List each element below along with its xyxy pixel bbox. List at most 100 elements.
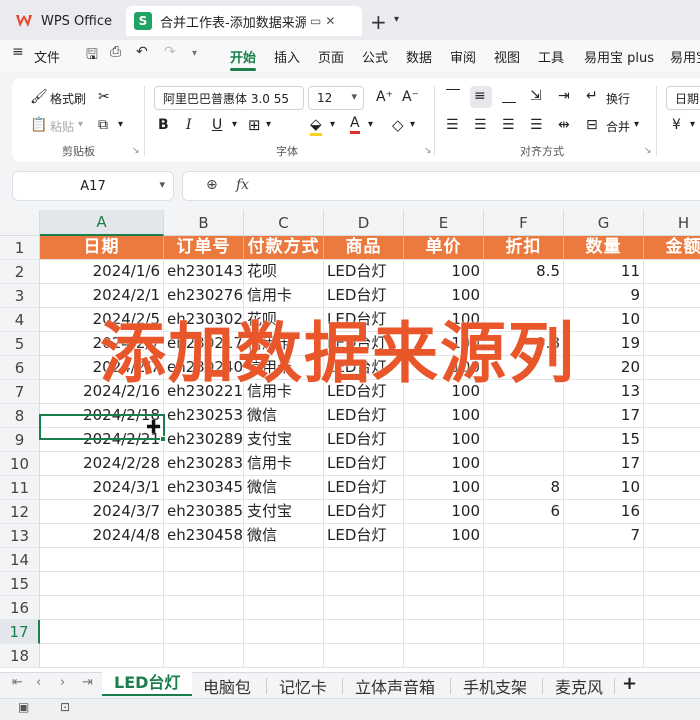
row-header-16[interactable]: 16 [0,596,40,620]
select-all-corner[interactable] [0,210,40,236]
header-cell-discount[interactable]: 折扣 [484,236,564,260]
new-tab-icon[interactable]: + [370,10,387,34]
cell-order-id[interactable]: eh2303850 [164,500,244,524]
window-icon[interactable]: ▭ [310,14,321,28]
spreadsheet-grid[interactable]: A B C D E F G H 1 日期 订单号 付款方式 商品 单价 折扣 数量 金额 2 2024/1/6 eh2… [0,210,700,672]
cell-payment[interactable]: 微信 [244,524,324,548]
empty-cell[interactable] [324,620,404,644]
cell-product[interactable]: LED台灯 [324,500,404,524]
empty-cell[interactable] [164,644,244,668]
cell-quantity[interactable]: 17 [564,452,644,476]
empty-cell[interactable] [324,572,404,596]
empty-cell[interactable] [484,548,564,572]
empty-cell[interactable] [564,596,644,620]
cell-discount[interactable] [484,404,564,428]
empty-cell[interactable] [244,596,324,620]
currency-icon[interactable]: ¥ [672,117,681,133]
empty-cell[interactable] [164,548,244,572]
menu-yiyongbao-plus[interactable]: 易用宝 plus [584,47,654,66]
cell-amount[interactable]: 7 [644,524,700,548]
row-header-14[interactable]: 14 [0,548,40,572]
empty-cell[interactable] [324,548,404,572]
chevron-down-icon[interactable]: ▾ [78,119,83,130]
empty-cell[interactable] [564,572,644,596]
cell-date[interactable]: 2024/3/1 [40,476,164,500]
border-icon[interactable]: ⊞ [248,116,261,134]
name-box[interactable]: A17 ▾ [12,171,174,201]
empty-cell[interactable] [644,548,700,572]
cell-amount[interactable]: 19 [644,332,700,356]
cell-discount[interactable]: 8.5 [484,260,564,284]
wrap-text-button[interactable]: 换行 [606,90,630,107]
empty-cell[interactable] [644,596,700,620]
macro-icon[interactable]: ▣ [18,700,29,714]
cell-quantity[interactable]: 17 [564,404,644,428]
empty-cell[interactable] [484,644,564,668]
chevron-down-icon[interactable]: ▾ [118,119,123,130]
cell-payment[interactable]: 微信 [244,476,324,500]
empty-cell[interactable] [404,620,484,644]
empty-cell[interactable] [644,572,700,596]
undo-icon[interactable]: ↶ [136,44,148,60]
cell-amount[interactable]: 20 [644,356,700,380]
distributed-icon[interactable]: ⇹ [558,117,570,133]
print-preview-icon[interactable]: ⎙ [110,44,121,60]
header-cell-amount[interactable]: 金额 [644,236,700,260]
cell-amount[interactable]: 10 [644,308,700,332]
copy-icon[interactable]: ⧉ [98,117,108,133]
cell-order-id[interactable]: eh2302538 [164,404,244,428]
align-middle-icon[interactable]: ≡ [474,88,486,104]
empty-cell[interactable] [40,644,164,668]
menu-data[interactable]: 数据 [406,47,432,66]
empty-cell[interactable] [484,572,564,596]
cell-amount[interactable]: 15 [644,428,700,452]
chevron-down-icon[interactable]: ▾ [232,119,237,130]
cell-amount[interactable]: 17 [644,404,700,428]
zoom-icon[interactable]: ⊕ [206,177,218,193]
row-header-6[interactable]: 6 [0,356,40,380]
empty-cell[interactable] [564,620,644,644]
cell-order-id[interactable]: eh2304588 [164,524,244,548]
cell-price[interactable]: 100 [404,260,484,284]
cell-amount[interactable]: 16 [644,500,700,524]
chevron-down-icon[interactable]: ▾ [266,119,271,130]
sheet-tab-led[interactable]: LED台灯 [102,672,193,696]
tab-document[interactable]: S 合并工作表-添加数据来源列.xl ▭ ✕ [126,6,362,36]
column-header-b[interactable]: B [164,210,244,236]
next-sheet-icon[interactable]: › [60,675,65,690]
cell-date[interactable]: 2024/4/8 [40,524,164,548]
row-header-11[interactable]: 11 [0,476,40,500]
empty-cell[interactable] [40,572,164,596]
close-tab-icon[interactable]: ✕ [325,14,335,28]
header-cell-product[interactable]: 商品 [324,236,404,260]
empty-cell[interactable] [164,572,244,596]
menu-yiyongbao[interactable]: 易用宝 [670,47,700,66]
cell-product[interactable]: LED台灯 [324,404,404,428]
column-header-c[interactable]: C [244,210,324,236]
align-center-icon[interactable]: ☰ [474,117,487,133]
cell-amount[interactable]: 10 [644,476,700,500]
empty-cell[interactable] [404,596,484,620]
cell-product[interactable]: LED台灯 [324,476,404,500]
row-header-12[interactable]: 12 [0,500,40,524]
cell-amount[interactable]: 11 [644,260,700,284]
cell-discount[interactable]: 8 [484,476,564,500]
row-header-9[interactable]: 9 [0,428,40,452]
cell-quantity[interactable]: 10 [564,308,644,332]
empty-cell[interactable] [404,644,484,668]
cell-payment[interactable]: 花呗 [244,260,324,284]
row-header-18[interactable]: 18 [0,644,40,668]
empty-cell[interactable] [564,644,644,668]
sheet-tab-phone-stand[interactable]: 手机支架 [463,674,527,698]
menu-page[interactable]: 页面 [318,47,344,66]
align-right-icon[interactable]: ☰ [502,117,515,133]
empty-cell[interactable] [244,620,324,644]
align-top-icon[interactable]: ⎺ [446,88,460,104]
row-header-3[interactable]: 3 [0,284,40,308]
cell-quantity[interactable]: 9 [564,284,644,308]
column-header-f[interactable]: F [484,210,564,236]
merge-button[interactable]: 合并 [606,118,630,135]
row-header-4[interactable]: 4 [0,308,40,332]
cell-amount[interactable]: 9 [644,284,700,308]
align-left-icon[interactable]: ☰ [446,117,459,133]
